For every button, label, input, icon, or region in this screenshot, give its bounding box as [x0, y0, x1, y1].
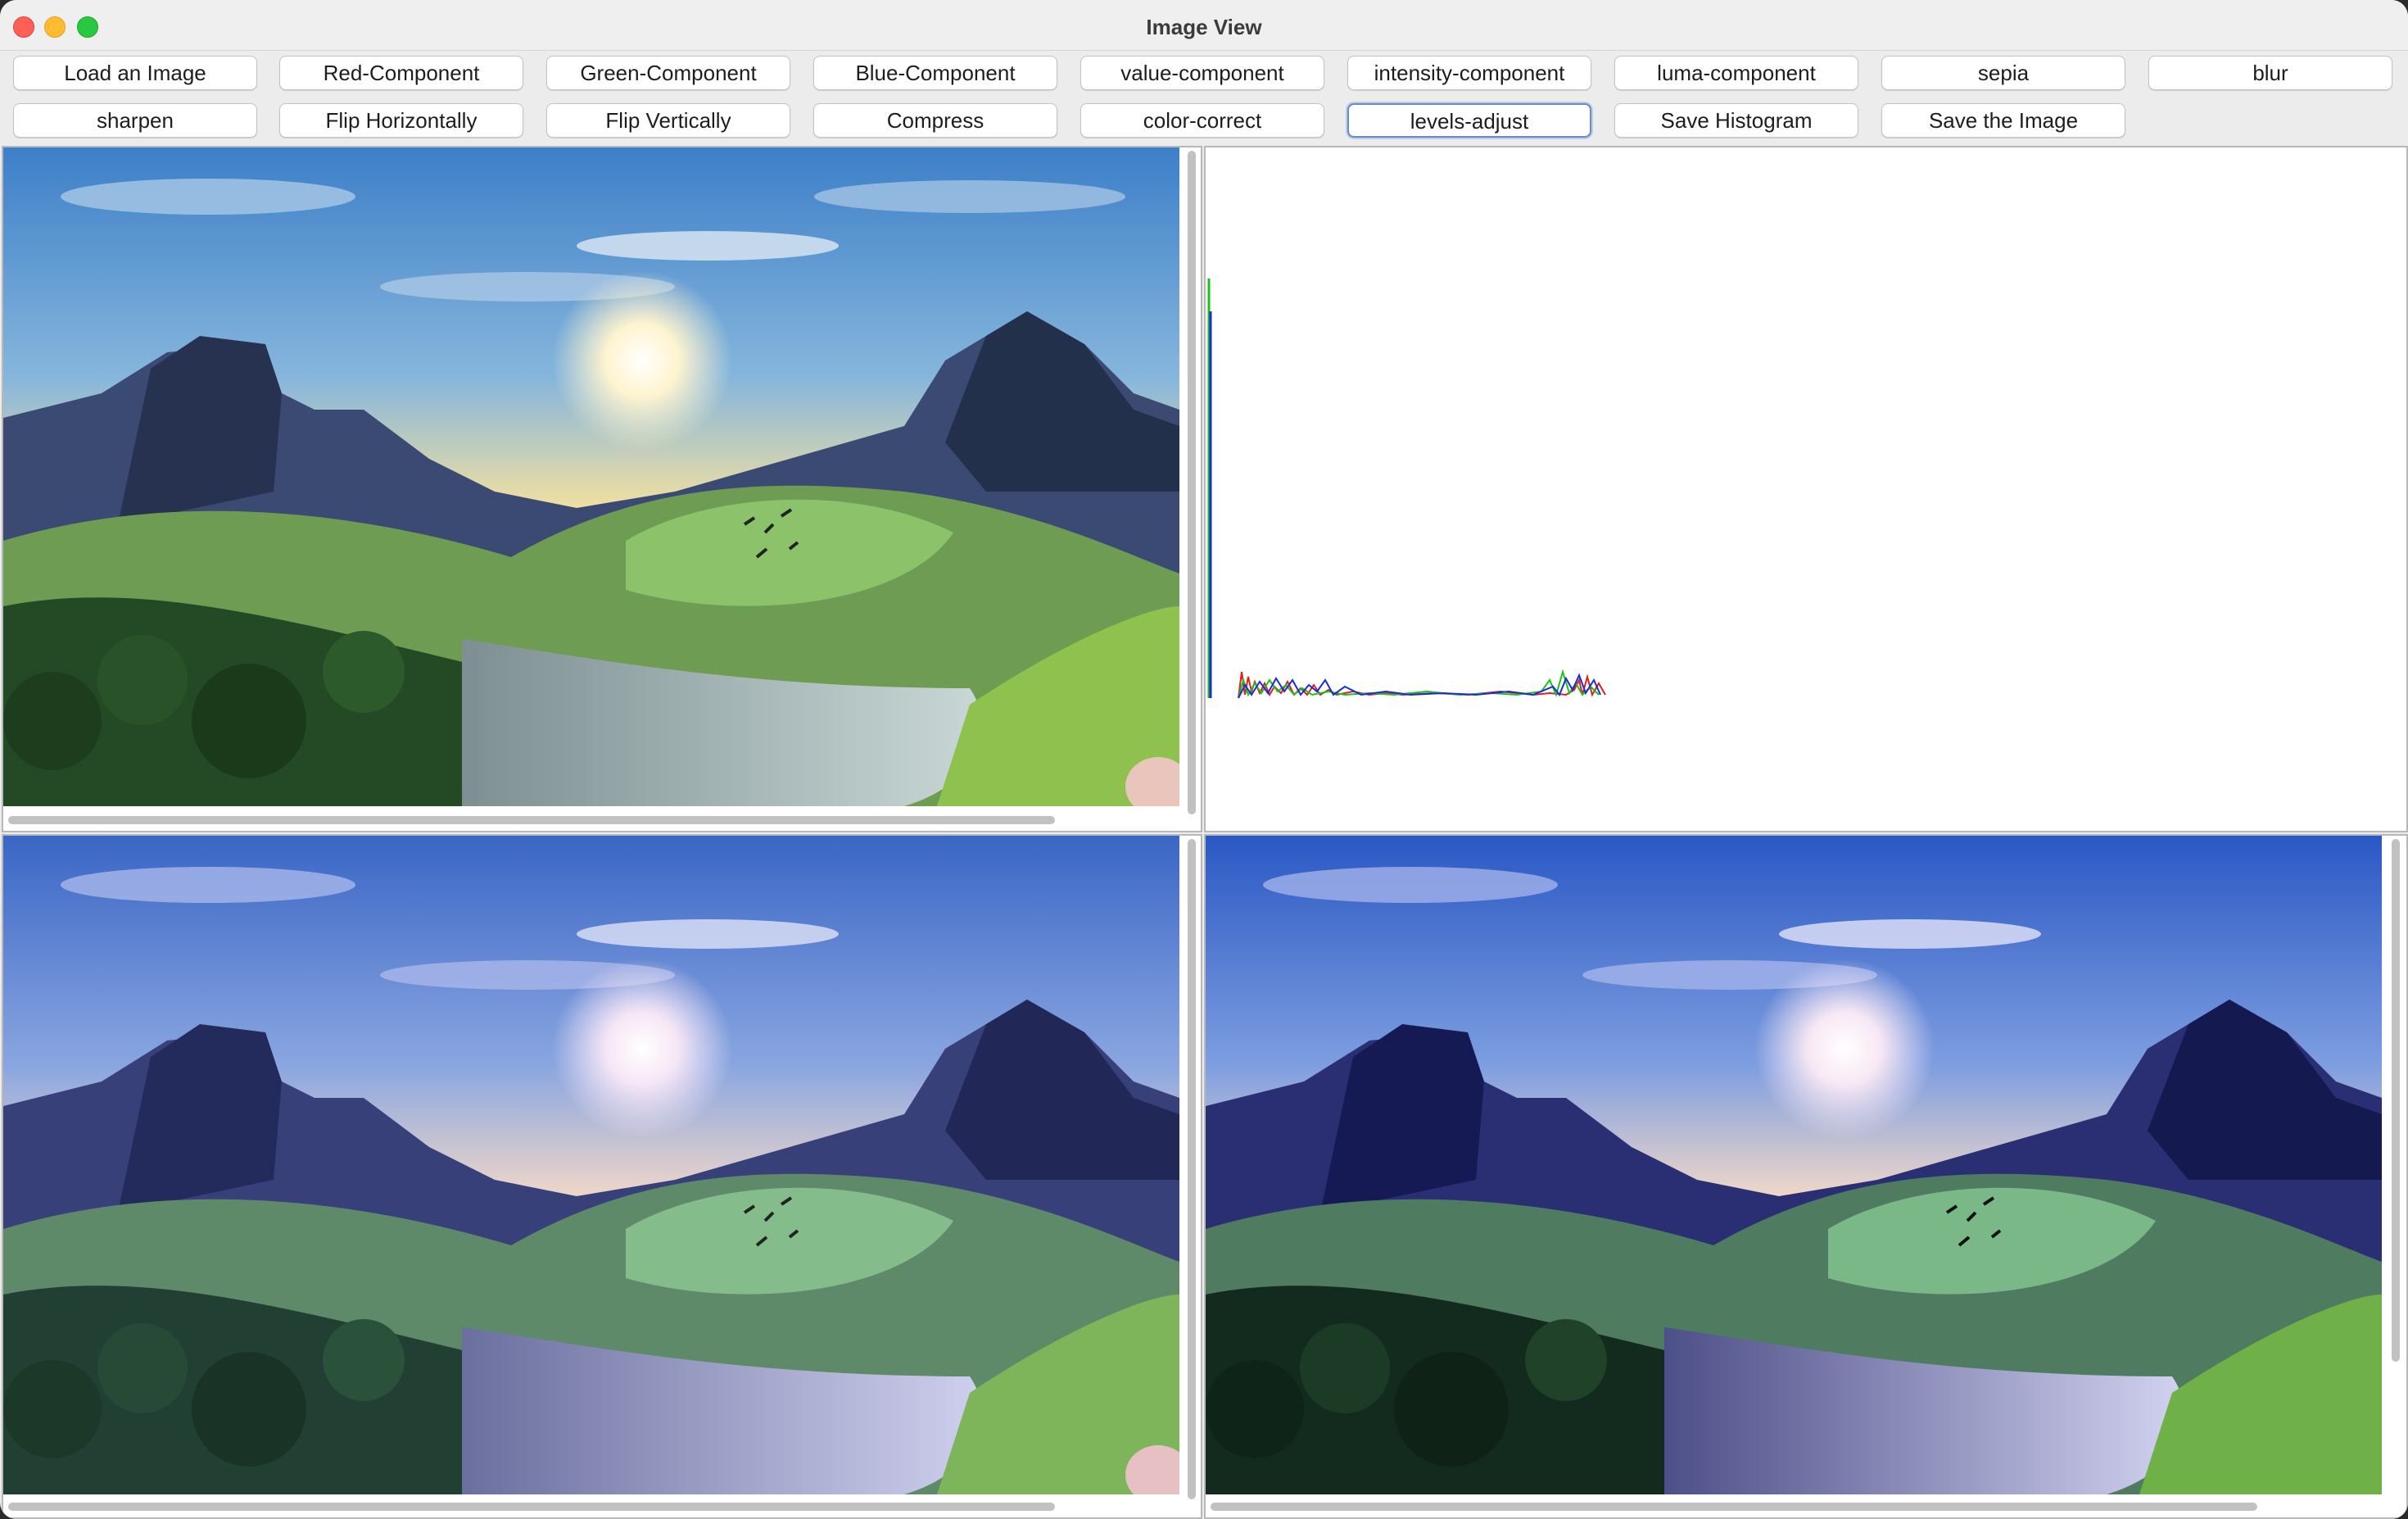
vertical-scrollbar[interactable]	[1188, 839, 1196, 1499]
value-component-button[interactable]: value-component	[1080, 56, 1324, 90]
app-window: Image View Load an Image Red-Component G…	[0, 0, 2408, 1519]
blur-button[interactable]: blur	[2148, 56, 2392, 90]
result-image-panel[interactable]	[1204, 834, 2408, 1519]
title-bar: Image View	[0, 0, 2408, 51]
compress-button[interactable]: Compress	[813, 103, 1057, 138]
luma-component-button[interactable]: luma-component	[1614, 56, 1858, 90]
flip-vertically-button[interactable]: Flip Vertically	[546, 103, 790, 138]
save-histogram-button[interactable]: Save Histogram	[1614, 103, 1858, 138]
sepia-button[interactable]: sepia	[1881, 56, 2125, 90]
original-image-panel[interactable]	[2, 146, 1202, 832]
red-component-button[interactable]: Red-Component	[279, 56, 523, 90]
flip-horizontally-button[interactable]: Flip Horizontally	[279, 103, 523, 138]
levels-adjust-button[interactable]: levels-adjust	[1347, 103, 1591, 138]
original-image	[3, 147, 1179, 806]
result-image	[1206, 836, 2382, 1494]
preview-image-panel[interactable]	[2, 834, 1202, 1519]
horizontal-scrollbar[interactable]	[8, 816, 1055, 824]
load-image-button[interactable]: Load an Image	[13, 56, 257, 90]
blue-component-button[interactable]: Blue-Component	[813, 56, 1057, 90]
toolbar: Load an Image Red-Component Green-Compon…	[0, 51, 2408, 146]
vertical-scrollbar[interactable]	[1188, 151, 1196, 814]
histogram-panel	[1204, 146, 2408, 832]
sharpen-button[interactable]: sharpen	[13, 103, 257, 138]
green-component-button[interactable]: Green-Component	[546, 56, 790, 90]
window-title: Image View	[1146, 15, 1262, 39]
color-correct-button[interactable]: color-correct	[1080, 103, 1324, 138]
histogram-blue-series	[1238, 673, 1601, 699]
horizontal-scrollbar[interactable]	[1211, 1503, 2257, 1511]
rgb-histogram	[1207, 279, 1606, 699]
save-image-button[interactable]: Save the Image	[1881, 103, 2125, 138]
intensity-component-button[interactable]: intensity-component	[1347, 56, 1591, 90]
vertical-scrollbar[interactable]	[2392, 839, 2400, 1362]
horizontal-scrollbar[interactable]	[8, 1503, 1055, 1511]
preview-image	[3, 836, 1179, 1494]
